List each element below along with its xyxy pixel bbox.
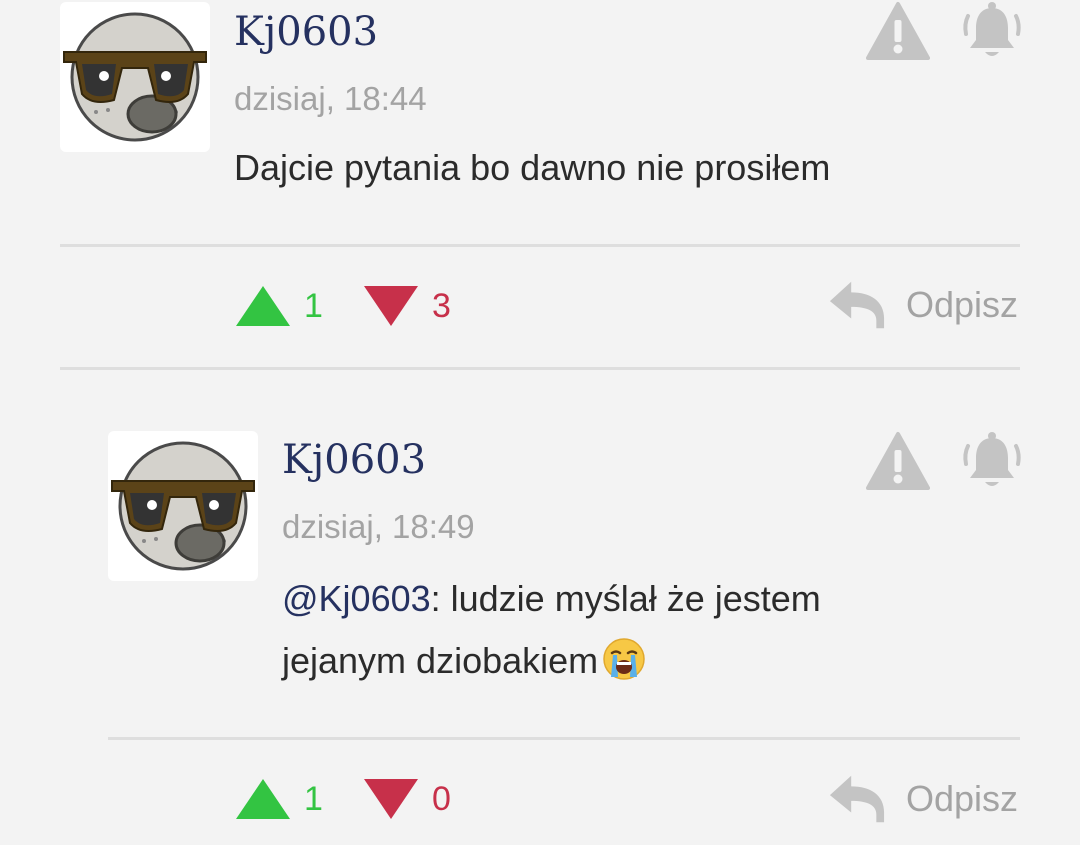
report-button[interactable] (866, 430, 930, 494)
comment: Kj0603 dzisiaj, 18:44 Dajcie pytania bo … (0, 0, 1080, 370)
avatar[interactable] (108, 431, 258, 581)
comment-text: : ludzie myślał że jestem (430, 578, 821, 619)
notify-button[interactable] (960, 430, 1024, 494)
upvote-count: 1 (304, 286, 323, 325)
comment-body: @Kj0603: ludzie myślał że jestem jejanym… (282, 568, 821, 692)
reply-label: Odpisz (906, 284, 1019, 325)
bell-icon (963, 0, 1021, 58)
comment-reply: Kj0603 dzisiaj, 18:49 @Kj0603: ludzie my… (0, 370, 1080, 845)
downvote-button[interactable]: 3 (362, 284, 451, 328)
comment-text: jejanym dziobakiem (282, 640, 599, 681)
timestamp: dzisiaj, 18:49 (282, 508, 475, 545)
reply-button[interactable]: Odpisz (826, 276, 1018, 334)
upvote-button[interactable]: 1 (234, 284, 323, 328)
downvote-count: 0 (432, 779, 451, 818)
warning-triangle-icon (866, 432, 930, 490)
triangle-up-icon (236, 779, 290, 819)
timestamp: dzisiaj, 18:44 (234, 80, 427, 117)
comment-body-line: jejanym dziobakiem (282, 630, 821, 692)
comment-body: Dajcie pytania bo dawno nie prosiłem (234, 147, 831, 188)
triangle-down-icon (364, 286, 418, 326)
warning-triangle-icon (866, 2, 930, 60)
notify-button[interactable] (960, 0, 1024, 64)
reply-button[interactable]: Odpisz (826, 770, 1018, 828)
downvote-count: 3 (432, 286, 451, 325)
comment-body-line: @Kj0603: ludzie myślał że jestem (282, 568, 821, 630)
reply-arrow-icon (829, 281, 885, 329)
loudly-crying-face-emoji (602, 637, 646, 681)
triangle-down-icon (364, 779, 418, 819)
bell-icon (963, 430, 1021, 488)
avatar[interactable] (60, 2, 210, 152)
divider (108, 737, 1020, 740)
upvote-button[interactable]: 1 (234, 777, 323, 821)
reply-arrow-icon (829, 775, 885, 823)
report-button[interactable] (866, 0, 930, 64)
username[interactable]: Kj0603 (282, 440, 426, 480)
reply-label: Odpisz (906, 778, 1019, 819)
user-mention[interactable]: @Kj0603 (282, 578, 431, 619)
divider (60, 244, 1020, 247)
triangle-up-icon (236, 286, 290, 326)
downvote-button[interactable]: 0 (362, 777, 451, 821)
upvote-count: 1 (304, 779, 323, 818)
username[interactable]: Kj0603 (234, 12, 378, 52)
